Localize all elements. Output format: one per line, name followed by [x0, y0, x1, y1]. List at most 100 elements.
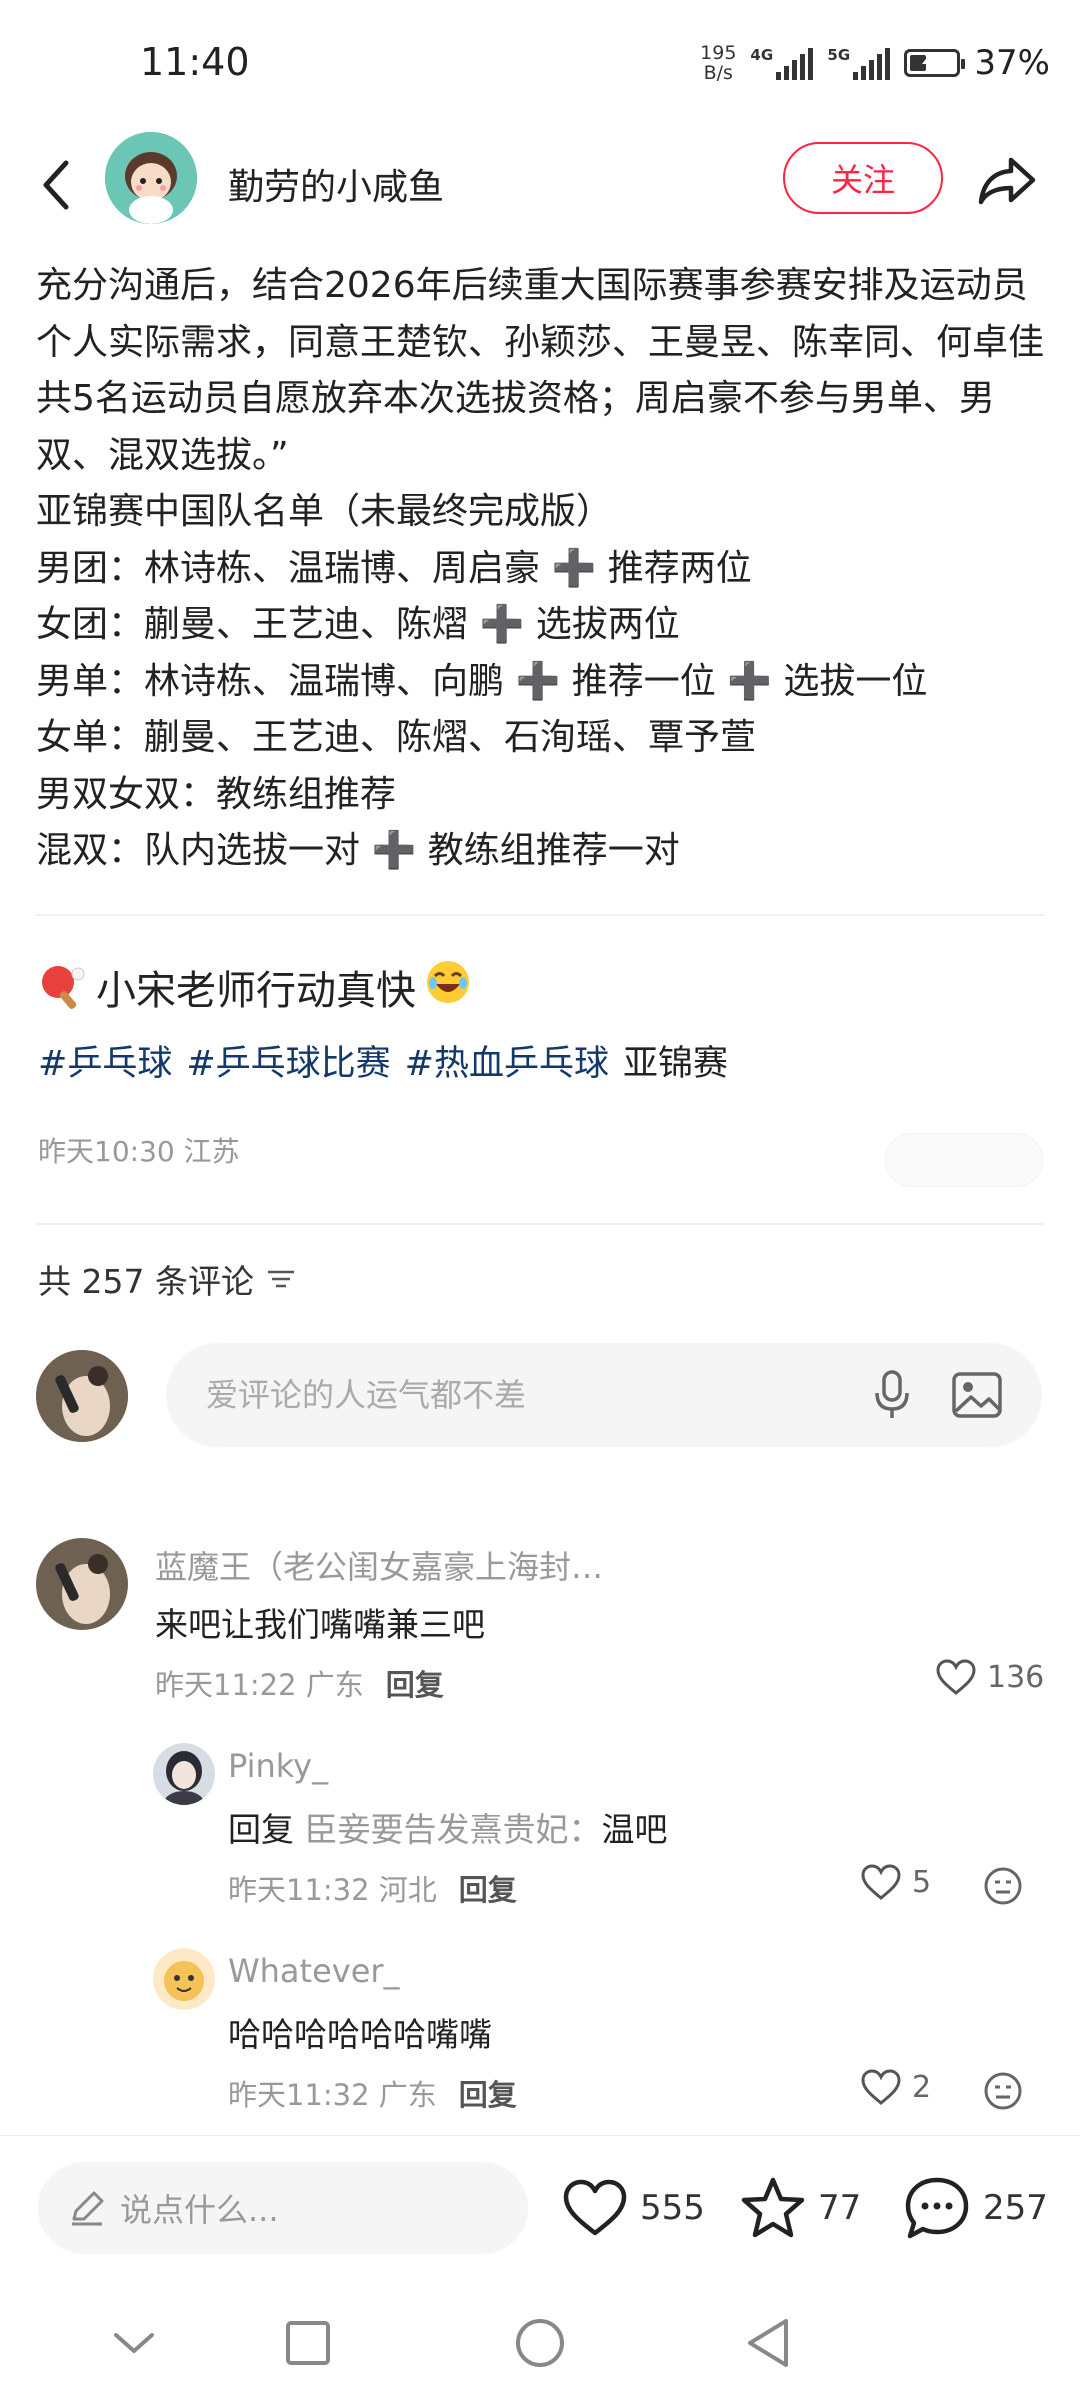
meta-pill — [885, 1133, 1043, 1187]
highlight-text: 小宋老师行动真快 — [96, 968, 416, 1014]
status-time: 11:40 — [140, 40, 250, 84]
post-line: 亚锦赛中国队名单（未最终完成版） — [36, 491, 613, 532]
tag-list: #乒乓球 #乒乓球比赛 #热血乒乓球 亚锦赛 — [38, 1035, 728, 1086]
signal-4g-icon: 4G — [750, 46, 814, 80]
comment-like-button[interactable]: 136 — [935, 1658, 1044, 1696]
pencil-icon — [72, 2191, 104, 2226]
share-button[interactable] — [975, 148, 1039, 212]
plain-tag: 亚锦赛 — [622, 1044, 728, 1084]
comment-button[interactable]: 257 — [903, 2162, 1048, 2254]
commenter-name[interactable]: Whatever_ — [228, 1952, 400, 1990]
tag-link[interactable]: #乒乓球比赛 — [186, 1035, 390, 1086]
commenter-avatar[interactable] — [153, 1948, 215, 2010]
post-line: 男团：林诗栋、温瑞博、周启豪 ➕ 推荐两位 — [36, 547, 752, 589]
comment-time: 昨天11:32 河北 — [228, 1873, 437, 1907]
bottom-action-bar: 说点什么... 555 77 257 — [0, 2135, 1080, 2275]
circle-icon — [516, 2319, 564, 2367]
comment-text: 来吧让我们嘴嘴兼三吧 — [155, 1605, 485, 1644]
like-count: 5 — [912, 1864, 932, 1900]
comment-total: 257 — [983, 2188, 1048, 2228]
reply-item: Whatever_ 哈哈哈哈哈哈嘴嘴 昨天11:32 广东 回复 2 — [0, 1940, 1080, 2130]
back-button[interactable] — [30, 150, 80, 220]
like-button[interactable]: 555 — [562, 2162, 705, 2254]
post-line: 混双：队内选拔一对 ➕ 教练组推荐一对 — [36, 830, 680, 871]
image-icon — [952, 1372, 1002, 1418]
reply-button[interactable]: 回复 — [459, 1867, 517, 1909]
post-header: 勤劳的小咸鱼 关注 — [0, 120, 1080, 250]
my-avatar — [36, 1350, 128, 1442]
triangle-back-icon — [748, 2319, 788, 2367]
comment-input[interactable] — [206, 1343, 826, 1447]
tag-link[interactable]: #乒乓球 — [38, 1035, 172, 1086]
reply-button[interactable]: 回复 — [459, 2072, 517, 2114]
system-nav-bar — [0, 2275, 1080, 2400]
network-speed: 195 B/s — [700, 42, 737, 84]
comment-like-button[interactable]: 2 — [860, 2068, 931, 2106]
image-button[interactable] — [949, 1367, 1005, 1423]
ping-pong-icon — [38, 962, 88, 1012]
like-total: 555 — [640, 2188, 705, 2228]
like-count: 2 — [912, 2069, 932, 2105]
signal-5g-icon: 5G — [827, 46, 891, 80]
commenter-avatar[interactable] — [153, 1743, 215, 1805]
battery-percent: 37% — [974, 43, 1050, 83]
heart-icon — [861, 2069, 901, 2105]
comment-count[interactable]: 共 257 条评论 — [38, 1255, 296, 1303]
comment-bubble-icon — [905, 2177, 969, 2239]
comment-meta: 昨天11:32 河北 回复 — [228, 1867, 517, 1909]
back-arrow-icon — [43, 160, 69, 210]
comment-time: 昨天11:22 广东 — [155, 1668, 364, 1702]
nav-recents-button[interactable] — [278, 2313, 338, 2373]
comment-like-button[interactable]: 5 — [860, 1863, 931, 1901]
comment-text: 哈哈哈哈哈哈嘴嘴 — [228, 2015, 492, 2054]
chevron-down-icon — [114, 2333, 154, 2353]
post-line: 男双女双：教练组推荐 — [36, 773, 397, 815]
laughing-emoji-icon — [424, 958, 472, 1016]
post-paragraph: 充分沟通后，结合2026年后续重大国际赛事参赛安排及运动员个人实际需求，同意王楚… — [36, 265, 1045, 476]
commenter-name[interactable]: Pinky_ — [228, 1747, 328, 1785]
post-highlight: 小宋老师行动真快 — [38, 958, 472, 1016]
sort-icon — [267, 1270, 294, 1288]
divider — [36, 914, 1044, 916]
tag-link[interactable]: #热血乒乓球 — [405, 1035, 609, 1086]
post-line: 男单：林诗栋、温瑞博、向鹏 ➕ 推荐一位 ➕ 选拔一位 — [36, 660, 928, 702]
voice-button[interactable] — [866, 1369, 918, 1421]
microphone-icon — [875, 1370, 909, 1418]
emoji-icon[interactable] — [983, 2071, 1023, 2111]
nav-home-button[interactable] — [510, 2313, 570, 2373]
comment-input-box[interactable] — [166, 1343, 1042, 1447]
status-icons: 195 B/s 4G 5G 37% — [700, 38, 1050, 88]
nav-collapse-button[interactable] — [104, 2313, 164, 2373]
post-body: 充分沟通后，结合2026年后续重大国际赛事参赛安排及运动员个人实际需求，同意王楚… — [36, 258, 1046, 880]
share-icon — [978, 157, 1036, 205]
commenter-name[interactable]: 蓝魔王（老公闺女嘉豪上海封… — [155, 1542, 603, 1588]
reply-button[interactable]: 回复 — [386, 1662, 444, 1704]
star-icon — [741, 2177, 805, 2238]
author-name[interactable]: 勤劳的小咸鱼 — [228, 158, 444, 210]
comment-meta: 昨天11:32 广东 回复 — [228, 2072, 517, 2114]
comment-text: 回复 臣妾要告发熹贵妃：温吧 — [228, 1810, 668, 1849]
comment-meta: 昨天11:22 广东 回复 — [155, 1662, 444, 1704]
reply-item: Pinky_ 回复 臣妾要告发熹贵妃：温吧 昨天11:32 河北 回复 5 — [0, 1735, 1080, 1925]
battery-icon — [904, 49, 966, 77]
post-line: 女单：蒯曼、王艺迪、陈熠、石洵瑶、覃予萱 — [36, 717, 757, 758]
nav-back-button[interactable] — [738, 2313, 798, 2373]
quick-comment-placeholder: 说点什么... — [120, 2191, 279, 2229]
status-bar: 11:40 195 B/s 4G 5G 37% — [0, 0, 1080, 120]
square-icon — [286, 2321, 330, 2365]
follow-button[interactable]: 关注 — [783, 142, 943, 214]
heart-icon — [861, 1864, 901, 1900]
commenter-avatar[interactable] — [36, 1538, 128, 1630]
collect-total: 77 — [818, 2188, 862, 2228]
heart-icon — [936, 1659, 976, 1695]
quick-comment-input[interactable]: 说点什么... — [38, 2162, 528, 2254]
emoji-icon[interactable] — [983, 1866, 1023, 1906]
post-meta: 昨天10:30 江苏 — [38, 1135, 240, 1168]
comment-time: 昨天11:32 广东 — [228, 2078, 437, 2112]
collect-button[interactable]: 77 — [740, 2162, 861, 2254]
post-line: 女团：蒯曼、王艺迪、陈熠 ➕ 选拔两位 — [36, 604, 680, 645]
like-count: 136 — [987, 1659, 1045, 1695]
comment-item: 蓝魔王（老公闺女嘉豪上海封… 来吧让我们嘴嘴兼三吧 昨天11:22 广东 回复 … — [0, 1530, 1080, 1720]
author-avatar[interactable] — [105, 132, 197, 224]
heart-icon — [563, 2179, 627, 2236]
